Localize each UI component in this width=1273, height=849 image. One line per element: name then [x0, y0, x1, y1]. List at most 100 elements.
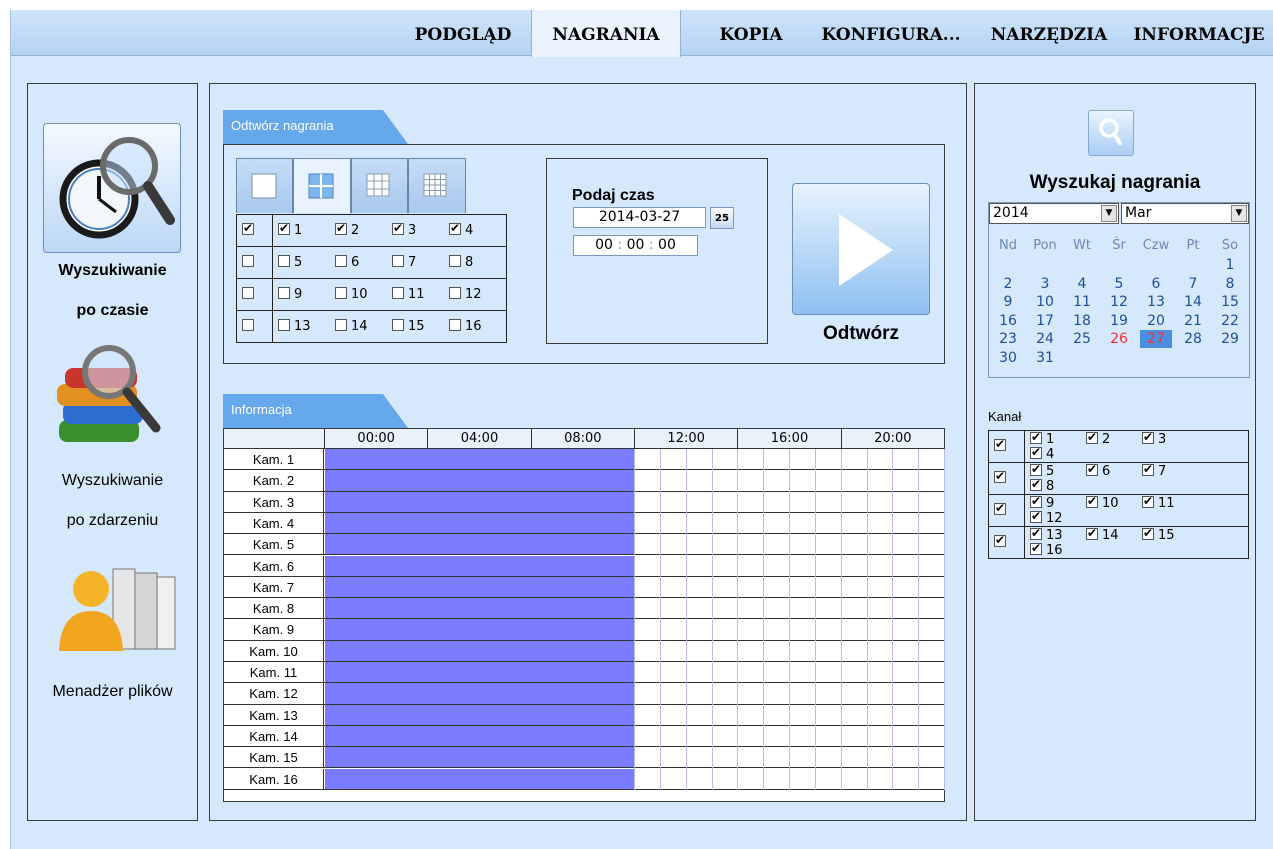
playback-channel[interactable]: 2	[335, 221, 392, 238]
playback-channel[interactable]: 11	[392, 287, 449, 302]
year-select[interactable]: 2014 ▼	[989, 203, 1119, 224]
tab-konfiguracja[interactable]: KONFIGURA...	[816, 10, 966, 56]
tab-kopia[interactable]: KOPIA	[701, 10, 801, 56]
recording-segment[interactable]	[325, 768, 635, 789]
search-row-all-checkbox[interactable]	[994, 533, 1006, 547]
search-channel[interactable]: 6	[1086, 462, 1142, 479]
file-manager-button[interactable]	[53, 559, 178, 659]
calendar-day[interactable]: 23	[995, 330, 1021, 348]
search-channel-checkbox[interactable]	[1086, 430, 1098, 444]
playback-channel[interactable]: 13	[278, 319, 335, 334]
event-search-button[interactable]	[51, 342, 181, 452]
playback-channel[interactable]: 1	[278, 221, 335, 238]
search-channel-checkbox[interactable]	[1030, 541, 1042, 555]
calendar-day[interactable]: 11	[1069, 293, 1095, 311]
search-channel-checkbox[interactable]	[1142, 430, 1154, 444]
search-button[interactable]	[1088, 110, 1134, 156]
recording-segment[interactable]	[325, 491, 635, 512]
recording-segment[interactable]	[325, 683, 635, 704]
calendar-day[interactable]: 28	[1180, 330, 1206, 348]
layout-9-tab[interactable]	[351, 158, 408, 213]
playback-channel-checkbox[interactable]	[335, 221, 347, 235]
tab-narzedzia[interactable]: NARZĘDZIA	[979, 10, 1119, 56]
time-search-button[interactable]	[43, 123, 181, 253]
playback-channel[interactable]: 15	[392, 319, 449, 334]
search-channel[interactable]: 10	[1086, 494, 1142, 511]
recording-segment[interactable]	[325, 470, 635, 491]
search-channel-checkbox[interactable]	[1030, 462, 1042, 476]
search-channel[interactable]: 2	[1086, 430, 1142, 447]
calendar-day[interactable]: 13	[1143, 293, 1169, 311]
calendar-day[interactable]: 5	[1106, 275, 1132, 293]
search-channel-checkbox[interactable]	[1030, 509, 1042, 523]
calendar-day[interactable]: 8	[1217, 275, 1243, 293]
playback-channel-checkbox[interactable]	[392, 319, 404, 331]
calendar-day[interactable]: 1	[1217, 256, 1243, 274]
calendar-day[interactable]: 3	[1032, 275, 1058, 293]
recording-segment[interactable]	[325, 512, 635, 534]
playback-channel-checkbox[interactable]	[335, 287, 347, 299]
search-channel-checkbox[interactable]	[1086, 526, 1098, 540]
playback-channel-checkbox[interactable]	[278, 221, 290, 235]
calendar-day[interactable]: 2	[995, 275, 1021, 293]
playback-channel-checkbox[interactable]	[392, 255, 404, 267]
playback-row-all-checkbox[interactable]	[242, 287, 254, 299]
search-channel[interactable]: 7	[1142, 462, 1198, 479]
playback-channel-checkbox[interactable]	[392, 221, 404, 235]
recording-segment[interactable]	[325, 555, 635, 576]
playback-channel[interactable]: 16	[449, 319, 506, 334]
layout-16-tab[interactable]	[408, 158, 466, 213]
search-channel[interactable]: 8	[1030, 477, 1086, 494]
calendar-day[interactable]: 15	[1217, 293, 1243, 311]
calendar-day[interactable]: 27	[1140, 330, 1172, 348]
search-channel-checkbox[interactable]	[1142, 526, 1154, 540]
calendar-day[interactable]: 20	[1143, 312, 1169, 330]
playback-channel-checkbox[interactable]	[449, 255, 461, 267]
playback-channel[interactable]: 3	[392, 221, 449, 238]
recording-segment[interactable]	[325, 534, 635, 555]
playback-channel[interactable]: 12	[449, 287, 506, 302]
search-channel-checkbox[interactable]	[1030, 526, 1042, 540]
playback-channel[interactable]: 4	[449, 221, 506, 238]
calendar-day[interactable]: 29	[1217, 330, 1243, 348]
calendar-day[interactable]: 21	[1180, 312, 1206, 330]
playback-channel-checkbox[interactable]	[449, 221, 461, 235]
search-row-all-checkbox[interactable]	[994, 501, 1006, 515]
calendar-day[interactable]: 17	[1032, 312, 1058, 330]
calendar-day[interactable]: 24	[1032, 330, 1058, 348]
calendar-day[interactable]: 6	[1143, 275, 1169, 293]
calendar-picker-icon[interactable]: 25	[710, 207, 734, 229]
playback-channel-checkbox[interactable]	[278, 319, 290, 331]
tab-podglad[interactable]: PODGLĄD	[399, 10, 527, 56]
recording-segment[interactable]	[325, 704, 635, 725]
playback-channel[interactable]: 5	[278, 255, 335, 270]
playback-row-all-checkbox[interactable]	[242, 221, 254, 235]
search-channel[interactable]: 12	[1030, 509, 1086, 526]
search-channel-checkbox[interactable]	[1030, 477, 1042, 491]
search-channel[interactable]: 11	[1142, 494, 1198, 511]
search-channel-checkbox[interactable]	[1030, 445, 1042, 459]
recording-segment[interactable]	[325, 598, 635, 619]
playback-row-all-checkbox[interactable]	[242, 319, 254, 331]
playback-channel[interactable]: 6	[335, 255, 392, 270]
calendar-day[interactable]: 7	[1180, 275, 1206, 293]
tab-nagrania[interactable]: NAGRANIA	[531, 10, 681, 57]
calendar-day[interactable]: 9	[995, 293, 1021, 311]
playback-channel-checkbox[interactable]	[335, 319, 347, 331]
playback-channel-checkbox[interactable]	[335, 255, 347, 267]
search-row-all-checkbox[interactable]	[994, 437, 1006, 451]
calendar-day[interactable]: 10	[1032, 293, 1058, 311]
recording-segment[interactable]	[325, 449, 635, 470]
calendar-day[interactable]: 22	[1217, 312, 1243, 330]
layout-4-tab[interactable]	[293, 158, 351, 213]
calendar-day[interactable]: 19	[1106, 312, 1132, 330]
search-channel[interactable]: 14	[1086, 526, 1142, 543]
recording-segment[interactable]	[325, 640, 635, 661]
search-channel-checkbox[interactable]	[1086, 494, 1098, 508]
playback-channel-checkbox[interactable]	[278, 287, 290, 299]
calendar-day[interactable]: 25	[1069, 330, 1095, 348]
playback-channel[interactable]: 7	[392, 255, 449, 270]
playback-channel[interactable]: 8	[449, 255, 506, 270]
recording-segment[interactable]	[325, 576, 635, 598]
search-row-all-checkbox[interactable]	[994, 469, 1006, 483]
